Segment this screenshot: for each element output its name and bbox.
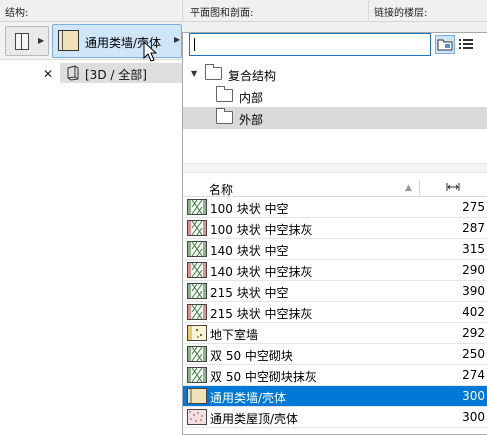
list-item[interactable]: 通用类屋顶/壳体 300 <box>183 407 487 428</box>
composite-list: 100 块状 中空 275 100 块状 中空抹灰 287 140 块状 中空 315 14… <box>183 197 487 428</box>
list-item[interactable]: 140 块状 中空抹灰 290 <box>183 260 487 281</box>
composite-name: 通用类墙/壳体 <box>210 391 287 405</box>
composite-name: 双 50 中空砌块 <box>210 349 293 363</box>
cross-hatch-red-icon <box>187 220 207 236</box>
composite-name: 215 块状 中空抹灰 <box>210 307 313 321</box>
composite-name: 140 块状 中空 <box>210 244 289 258</box>
composite-thickness: 315 <box>462 242 485 256</box>
basement-icon <box>187 325 207 341</box>
tree-item-label: 外部 <box>239 113 264 127</box>
cross-hatch-red-icon <box>187 304 207 320</box>
composite-name: 100 块状 中空抹灰 <box>210 223 313 237</box>
tree-item-root[interactable]: ▼ 复合结构 <box>183 63 487 85</box>
cross-hatch-icon <box>187 241 207 257</box>
column-divider[interactable] <box>419 180 420 197</box>
list-item[interactable]: 215 块状 中空 390 <box>183 281 487 302</box>
composite-name: 100 块状 中空 <box>210 202 289 216</box>
composite-thickness: 402 <box>462 305 485 319</box>
structure-type-button[interactable]: ▶ <box>5 26 49 56</box>
folder-view-icon <box>437 39 453 51</box>
tree-item-label: 内部 <box>239 91 264 105</box>
list-item[interactable]: 通用类墙/壳体 300 <box>183 386 487 407</box>
composite-selector-button[interactable]: 通用类墙/壳体 ▶ <box>52 24 182 58</box>
composite-thickness: 290 <box>462 263 485 277</box>
search-input[interactable] <box>189 33 431 56</box>
thickness-icon[interactable] <box>446 181 460 193</box>
list-item[interactable]: 双 50 中空砌块抹灰 274 <box>183 365 487 386</box>
folder-view-button[interactable] <box>435 35 455 54</box>
chevron-right-icon: ▶ <box>38 36 45 45</box>
list-header: 名称 ▲ <box>183 180 487 197</box>
close-icon[interactable]: ✕ <box>43 67 53 81</box>
composite-thickness: 275 <box>462 200 485 214</box>
generic-roof-icon <box>187 409 207 425</box>
list-item[interactable]: 140 块状 中空 315 <box>183 239 487 260</box>
list-item[interactable]: 100 块状 中空抹灰 287 <box>183 218 487 239</box>
list-item[interactable]: 地下室墙 292 <box>183 323 487 344</box>
folder-icon <box>216 108 233 124</box>
linked-stories-header: 链接的楼层: <box>374 8 428 19</box>
composite-thickness: 287 <box>462 221 485 235</box>
composite-name: 通用类屋顶/壳体 <box>210 412 299 426</box>
chevron-right-icon: ▶ <box>174 35 181 44</box>
composite-name: 140 块状 中空抹灰 <box>210 265 313 279</box>
composite-thickness: 300 <box>462 410 485 424</box>
floorplan-header: 平面图和剖面: <box>190 8 254 19</box>
tree-item-label: 复合结构 <box>228 69 277 83</box>
basic-wall-icon <box>15 33 29 50</box>
3d-view-icon <box>67 65 79 81</box>
story-selector[interactable]: [3D / 全部] <box>60 63 182 83</box>
text-caret <box>194 38 195 51</box>
column-header-name[interactable]: 名称 <box>209 181 233 198</box>
generic-wall-icon <box>187 388 207 404</box>
composite-name: 双 50 中空砌块抹灰 <box>210 370 317 384</box>
background-strip <box>182 22 487 32</box>
mouse-cursor-icon <box>143 41 158 62</box>
category-tree: ▼ 复合结构 内部 外部 <box>183 63 487 163</box>
pane-splitter[interactable] <box>183 163 487 173</box>
cross-hatch-red-icon <box>187 262 207 278</box>
composite-name: 215 块状 中空 <box>210 286 289 300</box>
composite-thickness: 300 <box>462 389 485 403</box>
list-view-button[interactable] <box>457 35 477 54</box>
composite-thickness: 292 <box>462 326 485 340</box>
cross-hatch-icon <box>187 367 207 383</box>
structure-header: 结构: <box>5 8 29 19</box>
list-item[interactable]: 215 块状 中空抹灰 402 <box>183 302 487 323</box>
list-item[interactable]: 100 块状 中空 275 <box>183 197 487 218</box>
composite-picker-popup: ▼ 复合结构 内部 外部 名称 ▲ 100 块状 中空 275 100 块状 中空抹… <box>182 32 487 435</box>
tree-item-exterior[interactable]: 外部 <box>183 107 487 129</box>
composite-thickness: 274 <box>462 368 485 382</box>
tree-item-interior[interactable]: 内部 <box>183 85 487 107</box>
composite-thickness: 390 <box>462 284 485 298</box>
cross-hatch-icon <box>187 283 207 299</box>
composite-swatch-icon <box>58 30 79 51</box>
left-panel <box>0 22 182 435</box>
cross-hatch-icon <box>187 346 207 362</box>
settings-header-row: 结构: 平面图和剖面: 链接的楼层: <box>0 0 487 22</box>
composite-thickness: 250 <box>462 347 485 361</box>
chevron-down-icon[interactable]: ▼ <box>191 69 197 78</box>
cross-hatch-icon <box>187 199 207 215</box>
folder-icon <box>216 86 233 102</box>
story-label: [3D / 全部] <box>85 68 147 82</box>
list-view-icon <box>459 39 473 49</box>
list-item[interactable]: 双 50 中空砌块 250 <box>183 344 487 365</box>
sort-ascending-icon: ▲ <box>405 183 412 193</box>
folder-icon <box>205 64 222 80</box>
composite-name: 地下室墙 <box>210 328 259 342</box>
